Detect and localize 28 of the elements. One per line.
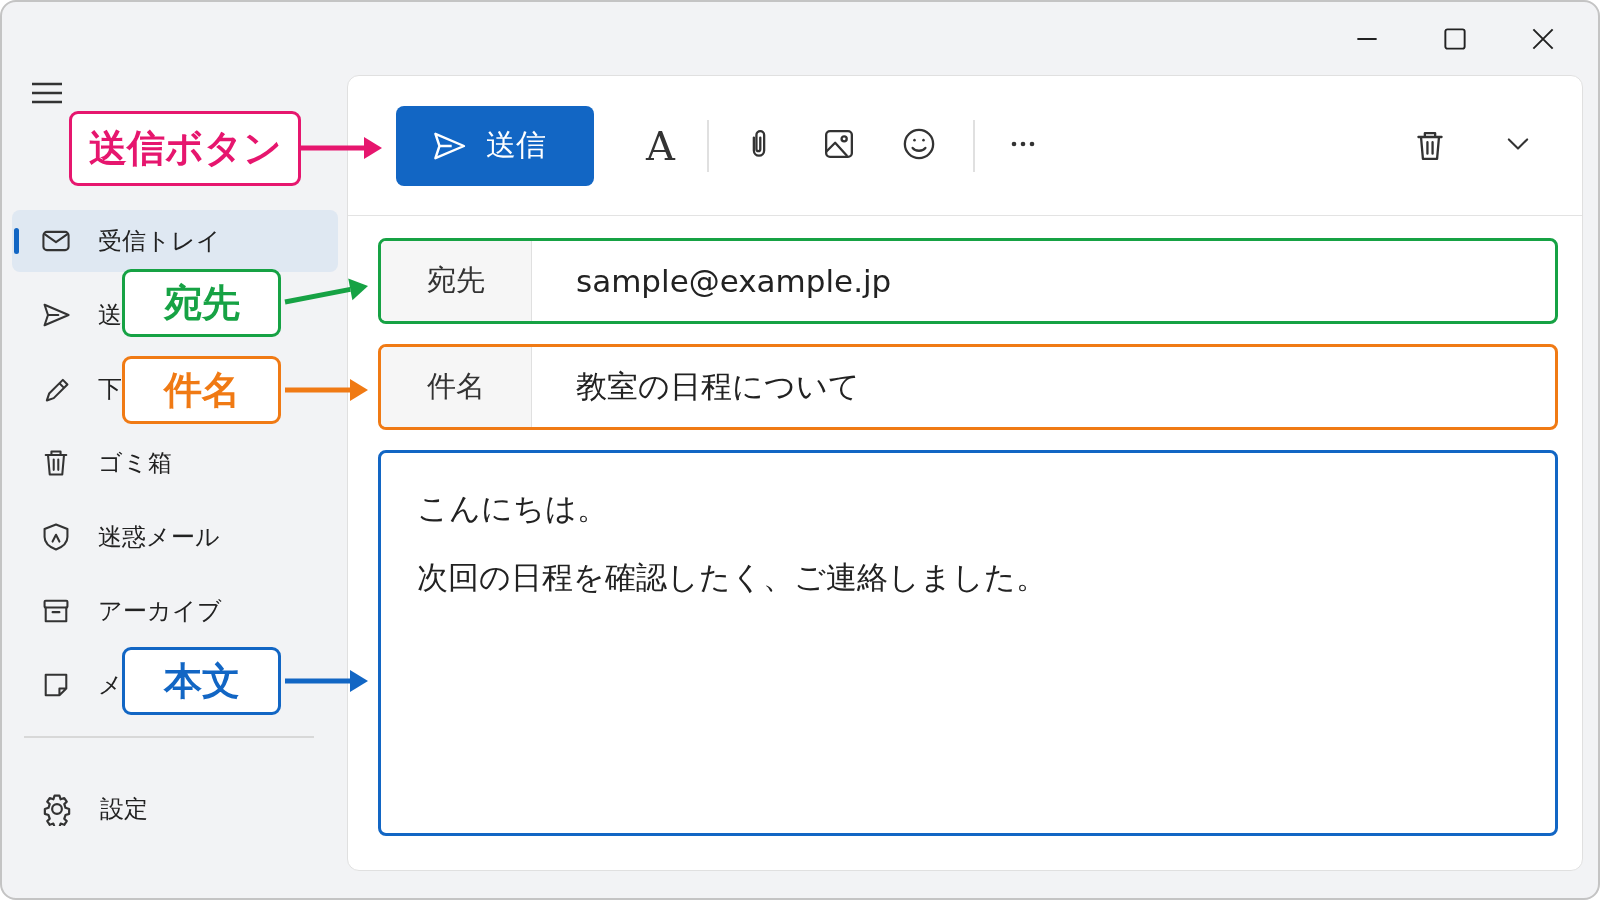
callout-label: 宛先 [122, 269, 281, 337]
folder-label: 迷惑メール [98, 522, 220, 553]
folder-label: アーカイブ [98, 596, 222, 627]
field-label: 宛先 [381, 241, 532, 321]
folder-item[interactable]: メ [12, 654, 123, 716]
callout-label: 件名 [122, 356, 281, 424]
folder-item[interactable]: アーカイブ [12, 580, 222, 642]
message-body-field[interactable]: こんにちは。 次回の日程を確認したく、ご連絡しました。 [378, 450, 1558, 836]
callout-label: 送信ボタン [69, 111, 301, 186]
folder-label: 送 [98, 300, 122, 331]
folder-label: 下 [98, 374, 122, 405]
folder-label: ゴミ箱 [98, 448, 172, 479]
folder-item[interactable]: 送 [12, 284, 122, 346]
send-button[interactable]: 送信 [396, 105, 594, 186]
format-text-button[interactable]: A [646, 122, 675, 169]
input-field[interactable]: 件名 教室の日程について [378, 344, 1558, 430]
folder-label: メ [98, 670, 123, 701]
settings-label: 設定 [100, 794, 148, 825]
input-field[interactable]: 宛先 sample@example.jp [378, 238, 1558, 324]
callout-label: 本文 [122, 647, 281, 715]
folder-label: 受信トレイ [98, 226, 221, 257]
folder-item[interactable]: 受信トレイ [12, 210, 338, 272]
folder-item[interactable]: 下 [12, 358, 122, 420]
field-label: 件名 [381, 347, 532, 427]
folder-item[interactable]: 迷惑メール [12, 506, 220, 568]
settings-item[interactable]: 設定 [12, 778, 148, 840]
folder-item[interactable]: ゴミ箱 [12, 432, 172, 494]
selection-indicator [14, 228, 19, 254]
